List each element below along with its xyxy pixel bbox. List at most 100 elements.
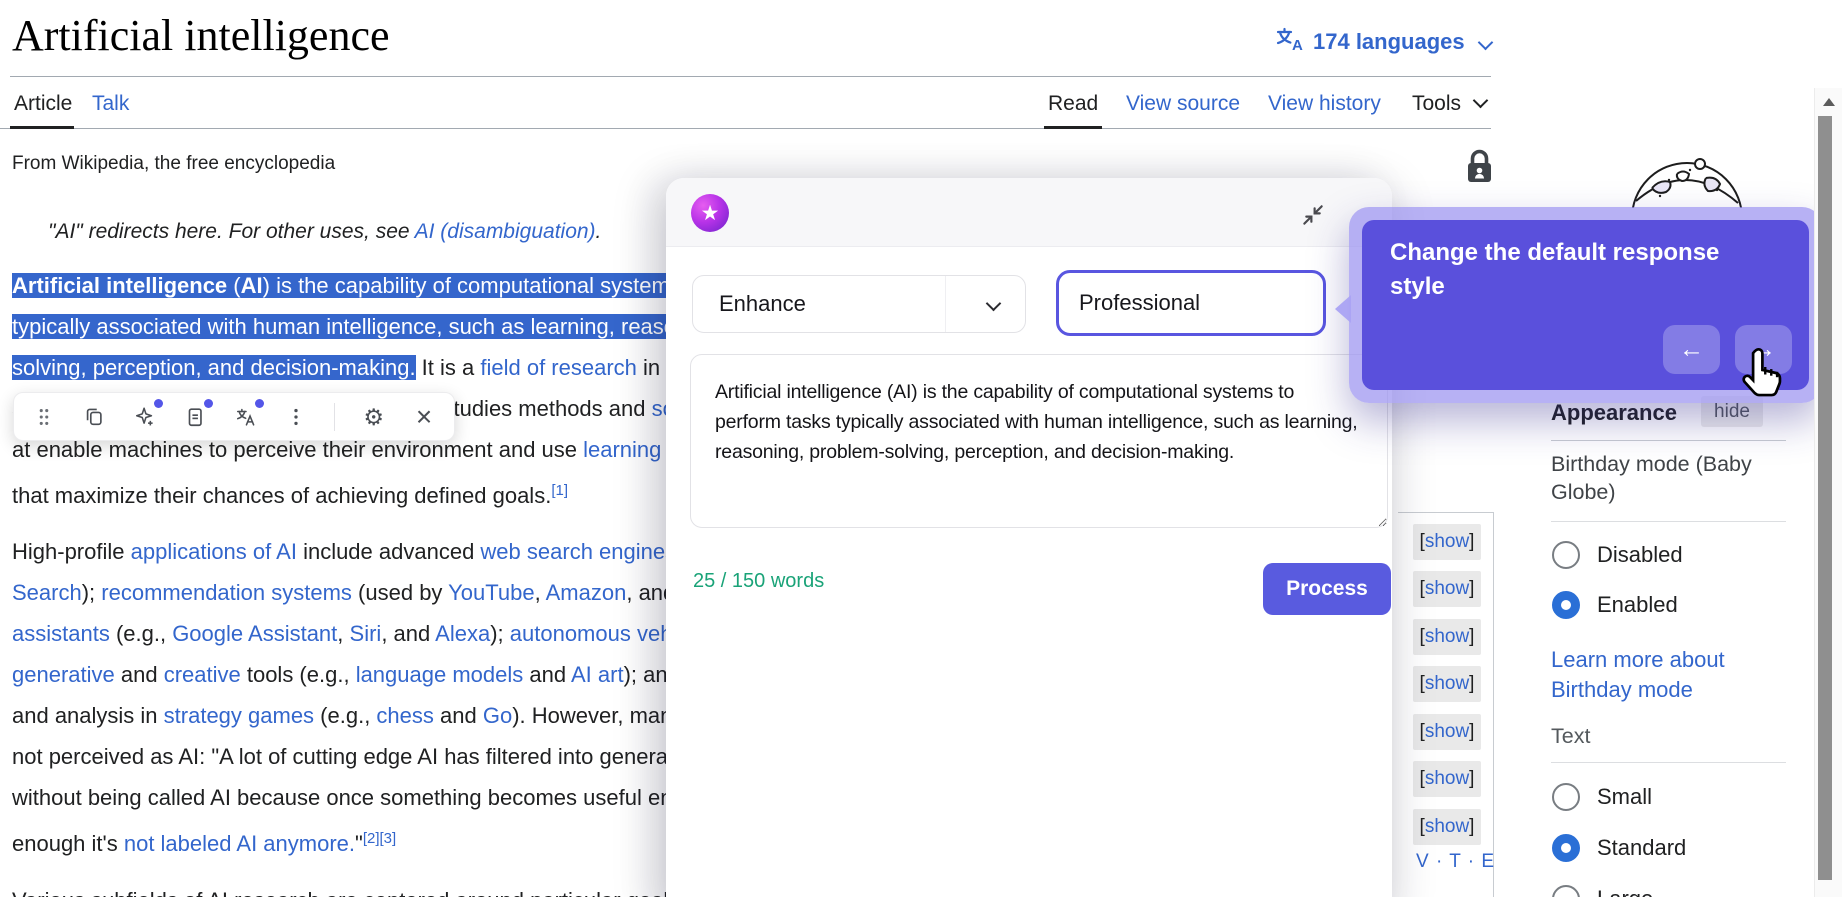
article-link[interactable]: Google Assistant: [172, 621, 337, 646]
show-toggle[interactable]: [show]: [1413, 761, 1481, 797]
article-link[interactable]: YouTube: [448, 580, 534, 605]
radio-option-small[interactable]: Small: [1552, 783, 1652, 811]
extension-logo-icon: ★: [691, 194, 729, 232]
article-link[interactable]: show: [1425, 768, 1469, 790]
settings-gear-icon[interactable]: ⚙: [362, 405, 386, 429]
article-link[interactable]: show: [1425, 531, 1469, 553]
article-link[interactable]: Go: [483, 703, 512, 728]
extension-modal: ★ Enhance Artificial intelligence (AI) i…: [666, 178, 1392, 897]
article-link[interactable]: creative: [164, 662, 241, 687]
close-icon[interactable]: ×: [412, 402, 436, 430]
text-segment: ]: [1469, 721, 1475, 742]
radio-option-enabled[interactable]: Enabled: [1552, 591, 1678, 619]
show-toggle[interactable]: [show]: [1413, 809, 1481, 845]
article-link[interactable]: show: [1425, 578, 1469, 600]
radio-icon[interactable]: [1552, 783, 1580, 811]
radio-label: Large: [1597, 886, 1653, 897]
tab-view-history[interactable]: View history: [1268, 92, 1381, 116]
setting-group-label: Birthday mode (Baby Globe): [1551, 452, 1752, 504]
text-segment: (: [227, 273, 241, 298]
tab-article[interactable]: Article: [14, 92, 72, 116]
copy-icon[interactable]: [82, 405, 106, 429]
show-toggle[interactable]: [show]: [1413, 571, 1481, 607]
title-divider: [10, 76, 1491, 77]
text-segment: ]: [1469, 531, 1475, 552]
article-link[interactable]: Siri: [350, 621, 382, 646]
article-link[interactable]: field of research: [480, 355, 637, 380]
read-tab-underline: [1044, 126, 1102, 129]
radio-option-standard[interactable]: Standard: [1552, 834, 1686, 862]
article-text-line: Search); recommendation systems (used by…: [12, 573, 675, 613]
article-link[interactable]: AI art: [571, 662, 624, 687]
article-link[interactable]: web search engines: [480, 539, 676, 564]
scrollbar-up-arrow[interactable]: [1823, 98, 1835, 106]
wikipedia-globe-illustration: [1622, 156, 1752, 274]
modal-textarea[interactable]: Artificial intelligence (AI) is the capa…: [690, 354, 1388, 528]
article-link[interactable]: applications of AI: [131, 539, 297, 564]
translate-icon[interactable]: [234, 398, 264, 429]
article-link[interactable]: Amazon: [546, 580, 627, 605]
article-link[interactable]: recommendation systems: [101, 580, 352, 605]
tab-talk[interactable]: Talk: [92, 92, 129, 116]
vte-links[interactable]: V · T · E: [1416, 851, 1495, 873]
tools-label: Tools: [1412, 92, 1462, 115]
show-toggle[interactable]: [show]: [1413, 714, 1481, 750]
radio-option-large[interactable]: Large: [1552, 885, 1653, 897]
tab-read[interactable]: Read: [1048, 92, 1098, 116]
infobox-border: [1493, 512, 1494, 897]
document-icon[interactable]: [183, 398, 214, 429]
article-link[interactable]: generative: [12, 662, 115, 687]
wikipedia-page: Artificial intelligence A 174 languages …: [0, 0, 1842, 897]
article-link[interactable]: learning: [583, 437, 661, 462]
style-input[interactable]: [1056, 270, 1326, 336]
article-link[interactable]: not labeled AI anymore.: [124, 831, 355, 856]
learn-more-link[interactable]: Learn more about Birthday mode: [1551, 645, 1756, 705]
minimize-icon[interactable]: [1300, 202, 1326, 228]
article-link[interactable]: language models: [356, 662, 524, 687]
kebab-menu-icon[interactable]: [284, 405, 308, 429]
radio-icon[interactable]: [1552, 834, 1580, 862]
radio-label: Small: [1597, 784, 1653, 809]
selection-toolbar: ⚙ ×: [13, 392, 455, 441]
text-segment: (e.g.,: [109, 621, 173, 646]
article-link[interactable]: show: [1425, 673, 1469, 695]
infobox-border: [1398, 512, 1493, 513]
article-link[interactable]: Search: [12, 580, 82, 605]
text-segment: and: [523, 662, 571, 687]
radio-icon[interactable]: [1552, 885, 1580, 897]
scrollbar-thumb[interactable]: [1818, 116, 1832, 880]
text-segment: AI: [240, 273, 263, 298]
text-segment: Artificial intelligence: [12, 273, 228, 298]
sparkle-icon[interactable]: [133, 398, 163, 429]
chevron-down-icon: [985, 295, 1002, 312]
article-link[interactable]: Alexa: [435, 621, 490, 646]
radio-option-disabled[interactable]: Disabled: [1552, 541, 1683, 569]
article-link[interactable]: show: [1425, 626, 1469, 648]
article-link[interactable]: show: [1425, 816, 1469, 838]
show-toggle[interactable]: [show]: [1413, 619, 1481, 655]
reference-link[interactable]: [1]: [551, 482, 568, 499]
article-link[interactable]: show: [1425, 721, 1469, 743]
tooltip-text: Change the default response style: [1390, 239, 1720, 300]
radio-icon[interactable]: [1552, 591, 1580, 619]
radio-label: Disabled: [1597, 542, 1683, 567]
enhance-mode-select[interactable]: Enhance: [692, 275, 1026, 333]
page-protection-lock-icon: [1464, 148, 1495, 190]
setting-group-label: Text: [1551, 724, 1591, 748]
languages-button[interactable]: A 174 languages: [1276, 26, 1493, 58]
scrollbar[interactable]: [1814, 88, 1842, 897]
process-button[interactable]: Process: [1263, 563, 1391, 615]
reference-link[interactable]: [2][3]: [363, 830, 396, 847]
article-link[interactable]: assistants: [12, 621, 110, 646]
show-toggle[interactable]: [show]: [1413, 524, 1481, 560]
tab-view-source[interactable]: View source: [1126, 92, 1240, 116]
text-segment: and: [433, 703, 483, 728]
tooltip-back-button[interactable]: ←: [1663, 325, 1720, 374]
article-link[interactable]: strategy games: [164, 703, 314, 728]
article-link[interactable]: AI (disambiguation): [415, 220, 596, 243]
article-link[interactable]: chess: [376, 703, 433, 728]
drag-handle-icon[interactable]: [32, 405, 56, 429]
tools-menu[interactable]: Tools: [1412, 92, 1489, 116]
show-toggle[interactable]: [show]: [1413, 666, 1481, 702]
radio-icon[interactable]: [1552, 541, 1580, 569]
